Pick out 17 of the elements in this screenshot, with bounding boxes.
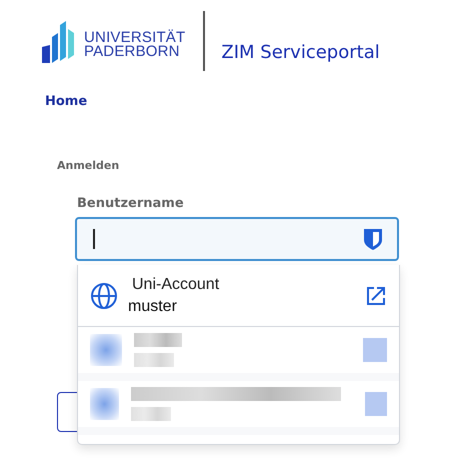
blurred-icon bbox=[363, 338, 387, 362]
blurred-icon bbox=[90, 334, 122, 366]
home-link[interactable]: Home bbox=[45, 94, 88, 109]
portal-title: ZIM Serviceportal bbox=[221, 42, 380, 62]
text-cursor bbox=[93, 229, 94, 249]
username-field[interactable] bbox=[75, 217, 399, 261]
blurred-icon bbox=[365, 392, 387, 416]
launch-icon[interactable] bbox=[365, 284, 387, 306]
blurred-icon bbox=[90, 388, 120, 420]
section-title: Anmelden bbox=[57, 159, 120, 172]
field-label: Benutzername bbox=[77, 196, 185, 211]
account-title[interactable]: Uni-Account bbox=[130, 276, 353, 294]
account-username: muster bbox=[128, 298, 178, 316]
shield-icon[interactable] bbox=[363, 228, 383, 250]
blurred-text bbox=[134, 333, 182, 367]
university-name: UNIVERSITÄT PADERBORN bbox=[84, 31, 186, 62]
globe-icon bbox=[90, 282, 118, 310]
